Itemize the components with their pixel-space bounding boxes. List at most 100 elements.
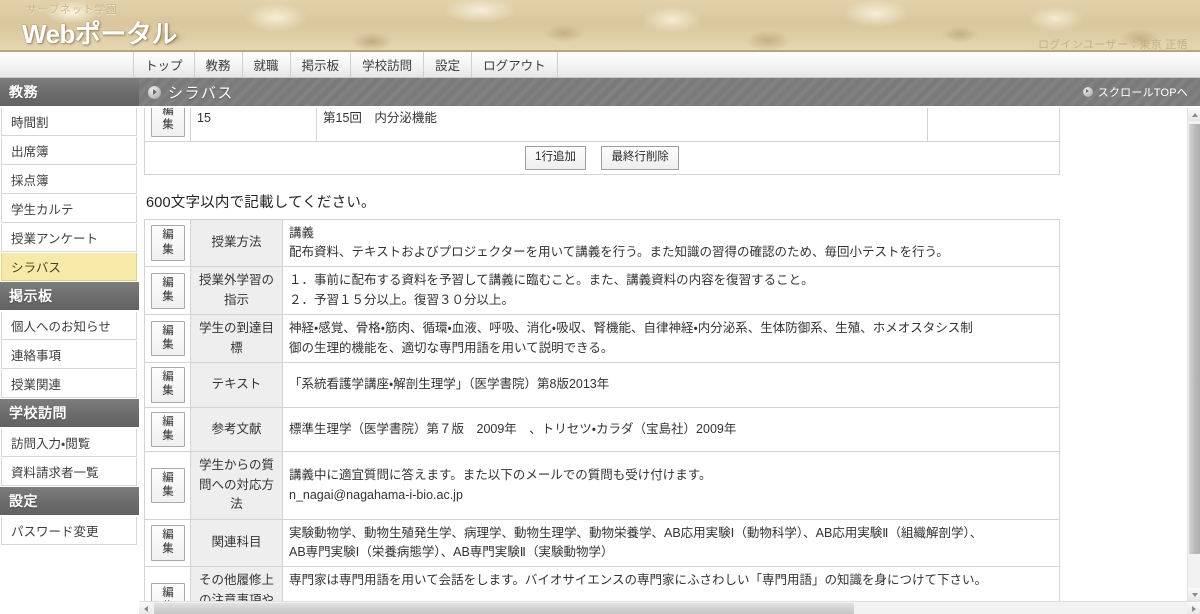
table-row: 編集 授業外学習の指示 １．事前に配布する資料を予習して講義に臨むこと。また、講… — [144, 266, 1060, 316]
sidebar-item-shiryo-seikyusha[interactable]: 資料請求者一覧 — [1, 458, 137, 486]
scroll-left-arrow-icon[interactable] — [139, 602, 152, 614]
row-value-jugyogai-gakushu: １．事前に配布する資料を予習して講義に臨むこと。また、講義資料の内容を復習するこ… — [282, 266, 1060, 316]
horizontal-scroll-thumb[interactable] — [154, 603, 854, 614]
table-row: 編集 テキスト 「系統看護学講座・解剖生理学」（医学書院）第8版2013年 — [144, 361, 1060, 408]
sidebar-item-syllabus[interactable]: シラバス — [1, 253, 137, 281]
content-area: シラバス スクロールTOPへ 編集 15 第15回 内分泌機能 1行追加 最終行… — [139, 78, 1200, 614]
edit-cell: 編集 — [144, 314, 191, 363]
sidebar-item-homon-nyuryoku[interactable]: 訪問入力・閲覧 — [1, 429, 137, 457]
table-row: 編集 15 第15回 内分泌機能 — [144, 108, 1060, 142]
schedule-table: 編集 15 第15回 内分泌機能 1行追加 最終行削除 — [144, 108, 1060, 175]
scroll-up-arrow-icon[interactable] — [1188, 108, 1200, 121]
scroll-down-arrow-icon[interactable] — [1188, 588, 1200, 601]
row-label-totatsu-mokuhyo: 学生の到達目標 — [190, 314, 283, 363]
vertical-scrollbar[interactable] — [1187, 108, 1200, 601]
schedule-toolbar-row: 1行追加 最終行削除 — [144, 140, 1060, 175]
sidebar: 教務 時間割 出席簿 採点簿 学生カルテ 授業アンケート シラバス 掲示板 個人… — [0, 78, 139, 614]
nav-item-kyomu[interactable]: 教務 — [195, 52, 243, 77]
schedule-no-cell: 15 — [190, 108, 317, 142]
value-line: 御の生理的機能を、適切な専門用語を用いて説明できる。 — [289, 340, 614, 355]
edit-cell: 編集 — [144, 266, 191, 316]
edit-button[interactable]: 編集 — [151, 272, 185, 309]
sidebar-item-jugyo-enquete[interactable]: 授業アンケート — [1, 224, 137, 252]
table-row: 編集 関連科目 実験動物学、動物生殖発生学、病理学、動物生理学、動物栄養学、AB… — [144, 518, 1060, 568]
sidebar-item-renraku-jiko[interactable]: 連絡事項 — [1, 341, 137, 369]
value-line: ２．予習１５分以上。復習３０分以上。 — [289, 292, 515, 307]
row-value-jugyo-hoho: 講義 配布資料、テキストおよびプロジェクターを用いて講義を行う。また知識の習得の… — [282, 218, 1060, 268]
add-row-button[interactable]: 1行追加 — [525, 145, 586, 170]
sidebar-group-keijiban: 掲示板 — [0, 282, 139, 311]
app-root: サーブネット学園 Webポータル ログインユーザー：東京 正悟 トップ 教務 就… — [0, 0, 1200, 614]
schedule-toolbar-cell: 1行追加 最終行削除 — [144, 140, 1060, 175]
row-value-sanko-bunken: 標準生理学（医学書院）第７版 2009年 、トリセツ・カラダ（宝島社）2009年 — [282, 406, 1060, 453]
nav-item-gakkohomon[interactable]: 学校訪問 — [351, 52, 425, 77]
edit-cell: 編集 — [144, 518, 191, 568]
sidebar-item-jikanwari[interactable]: 時間割 — [1, 108, 137, 136]
table-row: 編集 参考文献 標準生理学（医学書院）第７版 2009年 、トリセツ・カラダ（宝… — [144, 406, 1060, 453]
page-title: シラバス — [168, 84, 234, 102]
value-line: 専門家は専門用語を用いて会話をします。バイオサイエンスの専門家にふさわしい「専門… — [289, 573, 988, 588]
sidebar-item-shussekibo[interactable]: 出席簿 — [1, 137, 137, 165]
edit-button[interactable]: 編集 — [151, 320, 185, 357]
edit-button[interactable]: 編集 — [151, 525, 185, 561]
edit-button[interactable]: 編集 — [151, 108, 185, 137]
value-line: １．事前に配布する資料を予習して講義に臨むこと。また、講義資料の内容を復習するこ… — [289, 273, 814, 288]
edit-button[interactable]: 編集 — [151, 467, 185, 504]
row-value-text: 「系統看護学講座・解剖生理学」（医学書院）第8版2013年 — [282, 361, 1060, 408]
row-value-shitsumon-taio: 講義中に適宜質問に答えます。また以下のメールでの質問も受け付けます。 n_nag… — [282, 451, 1060, 520]
play-bullet-small-icon — [1082, 87, 1093, 97]
row-label-jugyo-hoho: 授業方法 — [190, 218, 283, 268]
row-label-sanko-bunken: 参考文献 — [190, 406, 283, 453]
row-label-jugyogai-gakushu: 授業外学習の指示 — [190, 266, 283, 316]
nav-item-keijiban[interactable]: 掲示板 — [291, 52, 352, 77]
table-row: 編集 その他履修上の注意事項や学習上の助言 専門家は専門用語を用いて会話をします… — [144, 566, 1060, 601]
edit-button[interactable]: 編集 — [151, 582, 185, 601]
sidebar-item-jugyo-kanren[interactable]: 授業関連 — [1, 370, 137, 398]
content-scroll-inner: 編集 15 第15回 内分泌機能 1行追加 最終行削除 600文字以内で記載して… — [139, 108, 1187, 601]
row-label-text: テキスト — [190, 361, 283, 408]
main-navigation: トップ 教務 就職 掲示板 学校訪問 設定 ログアウト — [0, 52, 1200, 78]
value-line-email: n_nagai@nagahama-i-bio.ac.jp — [289, 487, 463, 502]
schedule-edit-cell: 編集 — [144, 108, 191, 142]
value-line: 講義 — [289, 225, 315, 240]
sidebar-item-password-henko[interactable]: パスワード変更 — [1, 517, 137, 545]
table-row: 編集 授業方法 講義 配布資料、テキストおよびプロジェクターを用いて講義を行う。… — [144, 218, 1060, 268]
scroll-right-arrow-icon[interactable] — [1187, 602, 1200, 614]
row-value-sonota-chui: 専門家は専門用語を用いて会話をします。バイオサイエンスの専門家にふさわしい「専門… — [282, 566, 1060, 601]
nav-item-top[interactable]: トップ — [133, 52, 195, 77]
scroll-to-top-label: スクロールTOPへ — [1097, 87, 1188, 99]
edit-cell: 編集 — [144, 218, 191, 268]
edit-button[interactable]: 編集 — [151, 225, 185, 261]
row-value-totatsu-mokuhyo: 神経・感覚、骨格・筋肉、循環・血液、呼吸、消化・吸収、腎機能、自律神経・内分泌系… — [282, 314, 1060, 363]
login-user-label: ログインユーザー：東京 正悟 — [1037, 39, 1188, 51]
scroll-to-top-link[interactable]: スクロールTOPへ — [1082, 84, 1188, 100]
sidebar-group-kyomu: 教務 — [0, 78, 139, 107]
sidebar-item-saitenbo[interactable]: 採点簿 — [1, 166, 137, 194]
nav-item-shushoku[interactable]: 就職 — [243, 52, 291, 77]
nav-item-logout[interactable]: ログアウト — [472, 52, 558, 77]
body-wrapper: 教務 時間割 出席簿 採点簿 学生カルテ 授業アンケート シラバス 掲示板 個人… — [0, 78, 1200, 614]
horizontal-scrollbar[interactable] — [139, 601, 1200, 614]
table-row: 編集 学生からの質問への対応方法 講義中に適宜質問に答えます。また以下のメールで… — [144, 451, 1060, 520]
edit-button[interactable]: 編集 — [151, 366, 185, 403]
sidebar-item-gakusei-karte[interactable]: 学生カルテ — [1, 195, 137, 223]
delete-last-row-button[interactable]: 最終行削除 — [601, 145, 679, 170]
value-line: 講義中に適宜質問に答えます。また以下のメールでの質問も受け付けます。 — [289, 468, 712, 483]
schedule-blank-cell — [927, 108, 1060, 142]
vertical-scroll-thumb[interactable] — [1189, 124, 1200, 554]
edit-cell: 編集 — [144, 451, 191, 520]
sidebar-item-kojin-oshirase[interactable]: 個人へのお知らせ — [1, 312, 137, 340]
row-label-kanren-kamoku: 関連科目 — [190, 518, 283, 568]
value-line: 配布資料、テキストおよびプロジェクターを用いて講義を行う。また知識の習得の確認の… — [289, 245, 949, 260]
value-line: AB専門実験Ⅰ（栄養病態学）、AB専門実験Ⅱ（実験動物学） — [289, 544, 614, 559]
syllabus-detail-table: 編集 授業方法 講義 配布資料、テキストおよびプロジェクターを用いて講義を行う。… — [144, 218, 1060, 601]
row-label-shitsumon-taio: 学生からの質問への対応方法 — [190, 451, 283, 520]
value-line: 実験動物学、動物生殖発生学、病理学、動物生理学、動物栄養学、AB応用実験Ⅰ（動物… — [289, 525, 983, 540]
nav-item-settei[interactable]: 設定 — [424, 52, 473, 77]
note-600-characters: 600文字以内で記載してください。 — [146, 194, 376, 211]
edit-button[interactable]: 編集 — [151, 411, 185, 448]
value-line: 「系統看護学講座・解剖生理学」（医学書院）第8版2013年 — [289, 377, 610, 392]
play-bullet-icon — [148, 85, 161, 99]
content-scroll-viewport: 編集 15 第15回 内分泌機能 1行追加 最終行削除 600文字以内で記載して… — [139, 108, 1187, 601]
value-line: 標準生理学（医学書院）第７版 2009年 、トリセツ・カラダ（宝島社）2009年 — [289, 421, 737, 436]
